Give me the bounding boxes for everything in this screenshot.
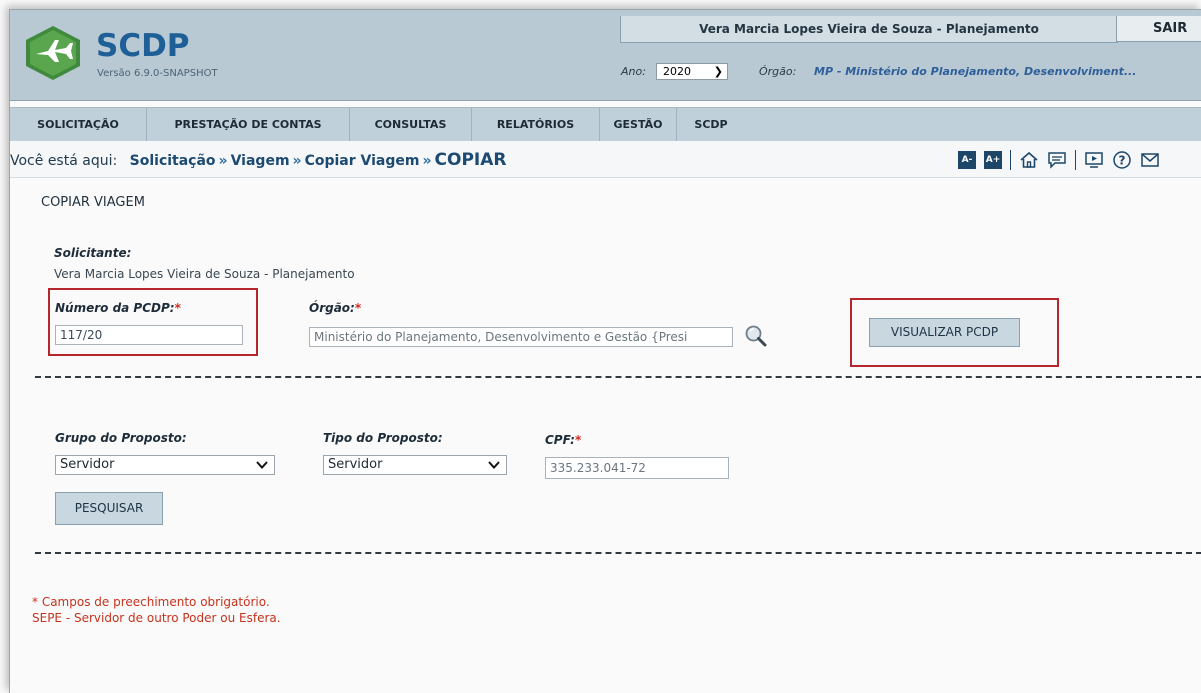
mail-icon[interactable] [1140, 150, 1160, 170]
search-icon[interactable] [744, 324, 768, 348]
breadcrumb-link-copiar-viagem[interactable]: Copiar Viagem [305, 153, 420, 169]
font-increase-button[interactable]: A+ [984, 151, 1002, 169]
divider [35, 552, 1201, 554]
menu-item-gestao[interactable]: GESTÃO [600, 108, 677, 141]
required-mark: * [174, 301, 181, 315]
main-menu: SOLICITAÇÃO PRESTAÇÃO DE CONTAS CONSULTA… [10, 107, 1201, 142]
breadcrumb-row: Você está aqui: Solicitação» Viagem» Copia… [10, 150, 507, 170]
organ-value[interactable]: MP - Ministério do Planejamento, Desenvo… [814, 65, 1136, 78]
help-icon[interactable]: ? [1112, 150, 1132, 170]
page-title: COPIAR VIAGEM [41, 195, 145, 210]
breadcrumb-prefix: Você está aqui: [10, 153, 118, 169]
chevron-down-icon [488, 461, 500, 469]
app-name: SCDP [96, 28, 190, 64]
menu-item-relatorios[interactable]: RELATÓRIOS [472, 108, 600, 141]
chat-icon[interactable] [1047, 150, 1067, 170]
sepe-note: SEPE - Servidor de outro Poder ou Esfera… [32, 611, 281, 625]
required-mark: * [354, 301, 362, 315]
menu-item-scdp[interactable]: SCDP [677, 108, 745, 141]
orgao-label: Órgão:* [309, 301, 361, 315]
orgao-label-text: Órgão: [309, 301, 355, 315]
tipo-proposto-select[interactable]: Servidor [323, 455, 507, 475]
logout-button[interactable]: SAIR [1116, 16, 1201, 42]
breadcrumb-link-viagem[interactable]: Viagem [231, 153, 290, 169]
required-mark: * [574, 433, 582, 447]
pcdp-number-highlight [48, 288, 258, 356]
app-window: SCDP Versão 6.9.0-SNAPSHOT Vera Marcia L… [9, 9, 1201, 693]
tipo-proposto-label: Tipo do Proposto: [323, 431, 443, 445]
cpf-input[interactable]: 335.233.041-72 [545, 457, 729, 479]
header: SCDP Versão 6.9.0-SNAPSHOT Vera Marcia L… [10, 10, 1201, 101]
video-icon[interactable] [1084, 150, 1104, 170]
breadcrumb-current: COPIAR [434, 150, 507, 170]
airplane-logo-icon [26, 26, 80, 80]
breadcrumb-separator-icon: » [292, 153, 302, 169]
cpf-label: CPF:* [545, 433, 581, 447]
visualizar-pcdp-button[interactable]: VISUALIZAR PCDP [869, 318, 1020, 347]
grupo-proposto-value: Servidor [60, 457, 115, 472]
breadcrumb-separator-icon: » [422, 153, 432, 169]
tipo-proposto-value: Servidor [328, 457, 383, 472]
year-select-value: 2020 [663, 65, 691, 78]
toolbar: A- A+ ? [958, 149, 1160, 171]
grupo-proposto-select[interactable]: Servidor [55, 455, 275, 475]
user-name: Vera Marcia Lopes Vieira de Souza - Plan… [620, 16, 1118, 43]
menu-item-prestacao-de-contas[interactable]: PRESTAÇÃO DE CONTAS [147, 108, 350, 141]
chevron-down-icon [256, 461, 268, 469]
solicitante-label: Solicitante: [54, 246, 132, 260]
orgao-input[interactable]: Ministério do Planejamento, Desenvolvime… [309, 327, 733, 347]
cpf-label-text: CPF: [545, 433, 575, 447]
breadcrumb: Você está aqui: Solicitação» Viagem» Copia… [10, 141, 1201, 178]
breadcrumb-link-solicitacao[interactable]: Solicitação [130, 153, 216, 169]
app-version: Versão 6.9.0-SNAPSHOT [97, 68, 218, 79]
home-icon[interactable] [1019, 150, 1039, 170]
toolbar-divider [1010, 150, 1011, 170]
svg-text:?: ? [1119, 154, 1126, 168]
breadcrumb-separator-icon: » [218, 153, 228, 169]
menu-item-solicitacao[interactable]: SOLICITAÇÃO [10, 108, 147, 141]
pcdp-number-label-text: Número da PCDP: [55, 301, 175, 315]
grupo-proposto-label: Grupo do Proposto: [55, 431, 187, 445]
organ-label: Órgão: [759, 65, 797, 78]
year-label: Ano: [621, 65, 646, 78]
required-fields-note: * Campos de preechimento obrigatório. [32, 595, 270, 609]
pcdp-number-label: Número da PCDP:* [55, 301, 181, 315]
divider [35, 376, 1201, 378]
toolbar-divider [1075, 150, 1076, 170]
pcdp-number-input[interactable]: 117/20 [55, 325, 243, 345]
pesquisar-button[interactable]: PESQUISAR [55, 492, 163, 525]
chevron-down-icon: ❯ [713, 65, 723, 78]
year-select[interactable]: 2020 ❯ [656, 63, 728, 80]
menu-item-consultas[interactable]: CONSULTAS [350, 108, 472, 141]
font-decrease-button[interactable]: A- [958, 151, 976, 169]
solicitante-value: Vera Marcia Lopes Vieira de Souza - Plan… [54, 267, 355, 281]
